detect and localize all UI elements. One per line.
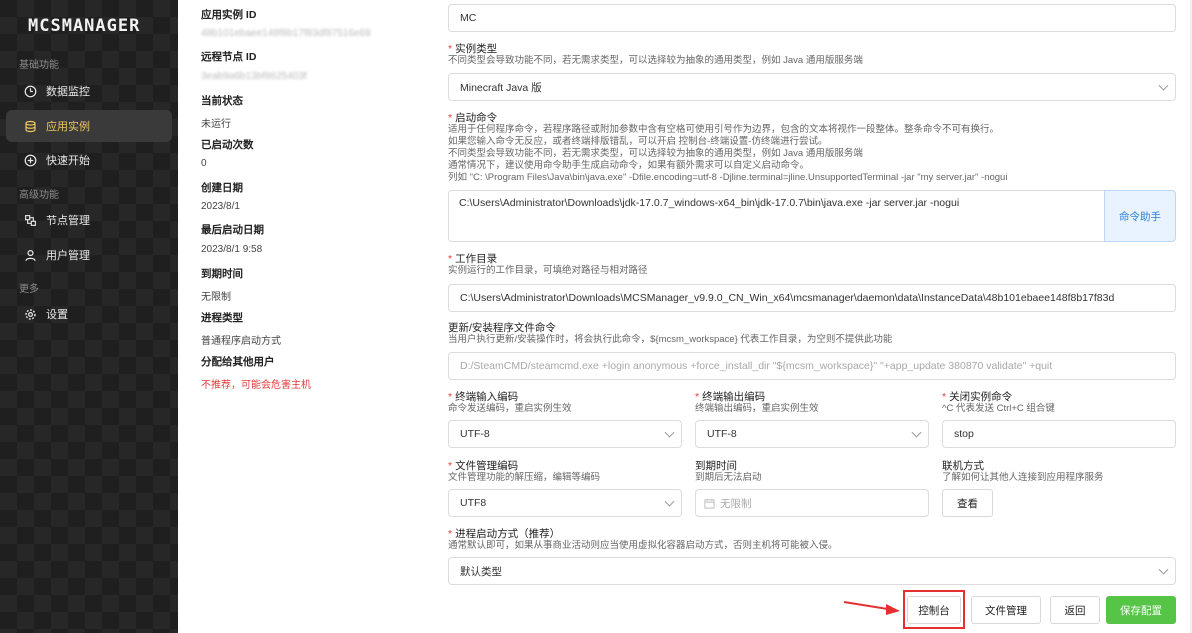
instance-id-value: 48b101ebaee148f8b17f83df87516e69 [201,28,371,39]
process-type-value: 普通程序启动方式 [201,336,281,347]
instance-settings-card: 应用实例 ID 48b101ebaee148f8b17f83df87516e69… [178,0,1190,633]
start-command-desc-4: 通常情况下，建议使用命令助手生成启动命令，如果有额外需求可以自定义启动命令。 [448,160,810,171]
sidebar-item-instances[interactable]: 应用实例 [6,110,172,142]
update-command-title: 更新/安装程序文件命令 [448,322,556,334]
gear-icon [22,306,38,322]
stop-command-input[interactable]: stop [942,420,1176,448]
start-count-label: 已启动次数 [201,139,254,151]
work-dir-title: * 工作目录 [448,253,498,265]
update-command-input[interactable]: D:/SteamCMD/steamcmd.exe +login anonymou… [448,352,1176,380]
back-button[interactable]: 返回 [1050,596,1100,624]
process-mode-select[interactable]: 默认类型 [448,557,1176,585]
sidebar-item-quickstart[interactable]: 快速开始 [6,144,172,176]
last-start-label: 最后启动日期 [201,224,264,236]
create-date-label: 创建日期 [201,182,243,194]
input-encoding-select[interactable]: UTF-8 [448,420,682,448]
output-encoding-title: * 终端输出编码 [695,391,766,403]
expire-date-title: 到期时间 [695,460,737,472]
output-encoding-select[interactable]: UTF-8 [695,420,929,448]
status-value: 未运行 [201,119,231,130]
chevron-down-icon [664,496,675,507]
network-title: 联机方式 [942,460,984,472]
sidebar-group-advanced: 高级功能 [19,190,59,201]
expire-label: 到期时间 [201,268,243,280]
app-logo[interactable]: MCSMANAGER [28,16,140,36]
annotation-arrow-icon [843,601,900,615]
work-dir-desc: 实例运行的工作目录，可填绝对路径与相对路径 [448,265,648,276]
process-type-label: 进程类型 [201,312,243,324]
instance-type-select[interactable]: Minecraft Java 版 [448,73,1176,101]
chevron-down-icon [664,427,675,438]
dashboard-icon [22,83,38,99]
create-date-value: 2023/8/1 [201,201,240,212]
sidebar-item-nodes[interactable]: 节点管理 [6,204,172,236]
input-encoding-desc: 命令发送编码，重启实例生效 [448,403,572,414]
expire-date-picker[interactable]: 无限制 [695,489,929,517]
start-command-title: * 启动命令 [448,112,498,124]
user-icon [22,247,38,263]
sidebar-item-label: 设置 [46,309,68,321]
sidebar-item-label: 快速开始 [46,155,90,167]
input-encoding-title: * 终端输入编码 [448,391,519,403]
instance-id-label: 应用实例 ID [201,9,257,21]
sidebar-item-dashboard[interactable]: 数据监控 [6,75,172,107]
work-dir-input[interactable]: C:\Users\Administrator\Downloads\MCSMana… [448,284,1176,312]
database-icon [22,118,38,134]
chevron-down-icon [1158,80,1169,91]
sidebar-item-label: 用户管理 [46,250,90,262]
last-start-value: 2023/8/1 9:58 [201,244,263,255]
sidebar-item-label: 节点管理 [46,215,90,227]
sidebar-group-more: 更多 [19,284,39,295]
file-encoding-title: * 文件管理编码 [448,460,519,472]
instance-type-desc: 不同类型会导致功能不同，若无需求类型，可以选择较为抽象的通用类型，例如 Java… [448,55,863,66]
stop-command-title: * 关闭实例命令 [942,391,1013,403]
plus-circle-icon [22,152,38,168]
instance-name-input[interactable]: MC [448,4,1176,32]
network-desc: 了解如何让其他人连接到应用程序服务 [942,472,1104,483]
file-encoding-desc: 文件管理功能的解压缩，编辑等编码 [448,472,601,483]
start-command-desc-3: 不同类型会导致功能不同，若无需求类型，可以选择较为抽象的通用类型，例如 Java… [448,148,863,159]
stop-command-desc: ^C 代表发送 Ctrl+C 组合键 [942,403,1055,414]
expire-date-desc: 到期后无法启动 [695,472,762,483]
start-count-value: 0 [201,158,207,169]
sidebar-item-settings[interactable]: 设置 [6,298,172,330]
expire-value: 无限制 [201,292,231,303]
save-config-button[interactable]: 保存配置 [1106,596,1176,624]
output-encoding-desc: 终端输出编码，重启实例生效 [695,403,819,414]
console-button[interactable]: 控制台 [907,596,961,624]
sidebar-group-basic: 基础功能 [19,60,59,71]
sidebar-item-users[interactable]: 用户管理 [6,239,172,271]
command-helper-button[interactable]: 命令助手 [1104,190,1176,242]
chevron-down-icon [1158,564,1169,575]
instance-type-title: * 实例类型 [448,43,498,55]
nodes-icon [22,212,38,228]
sidebar-item-label: 应用实例 [46,121,90,133]
sidebar: MCSMANAGER 基础功能 数据监控 应用实例 快速开始 高级功能 节点管理… [0,0,178,633]
node-id-label: 远程节点 ID [201,51,257,63]
start-command-desc-1: 适用于任何程序命令，若程序路径或附加参数中含有空格可使用引号作为边界，包含的文本… [448,124,1000,135]
process-mode-desc: 通常默认即可，如果从事商业活动则应当使用虚拟化容器启动方式，否则主机将可能被入侵… [448,540,838,551]
node-id-value: 3eab9a6b13bf8625403f [201,71,307,82]
start-command-example: 列如 "C: \Program Files\Java\bin\java.exe"… [448,172,1008,183]
assign-users-warning: 不推荐，可能会危害主机 [201,380,311,391]
process-mode-title: * 进程启动方式（推荐） [448,528,561,540]
start-command-textarea[interactable]: C:\Users\Administrator\Downloads\jdk-17.… [448,190,1105,242]
sidebar-item-label: 数据监控 [46,86,90,98]
assign-users-label: 分配给其他用户 [201,356,275,368]
file-manager-button[interactable]: 文件管理 [971,596,1041,624]
chevron-down-icon [911,427,922,438]
file-encoding-select[interactable]: UTF8 [448,489,682,517]
network-view-button[interactable]: 查看 [942,489,993,517]
calendar-icon [704,498,715,509]
update-command-desc: 当用户执行更新/安装操作时，将会执行此命令，${mcsm_workspace} … [448,334,893,345]
start-command-desc-2: 如果您输入命令无反应，或者终端排版错乱，可以开启 控制台-终端设置-仿终端进行尝… [448,136,828,147]
status-label: 当前状态 [201,95,243,107]
